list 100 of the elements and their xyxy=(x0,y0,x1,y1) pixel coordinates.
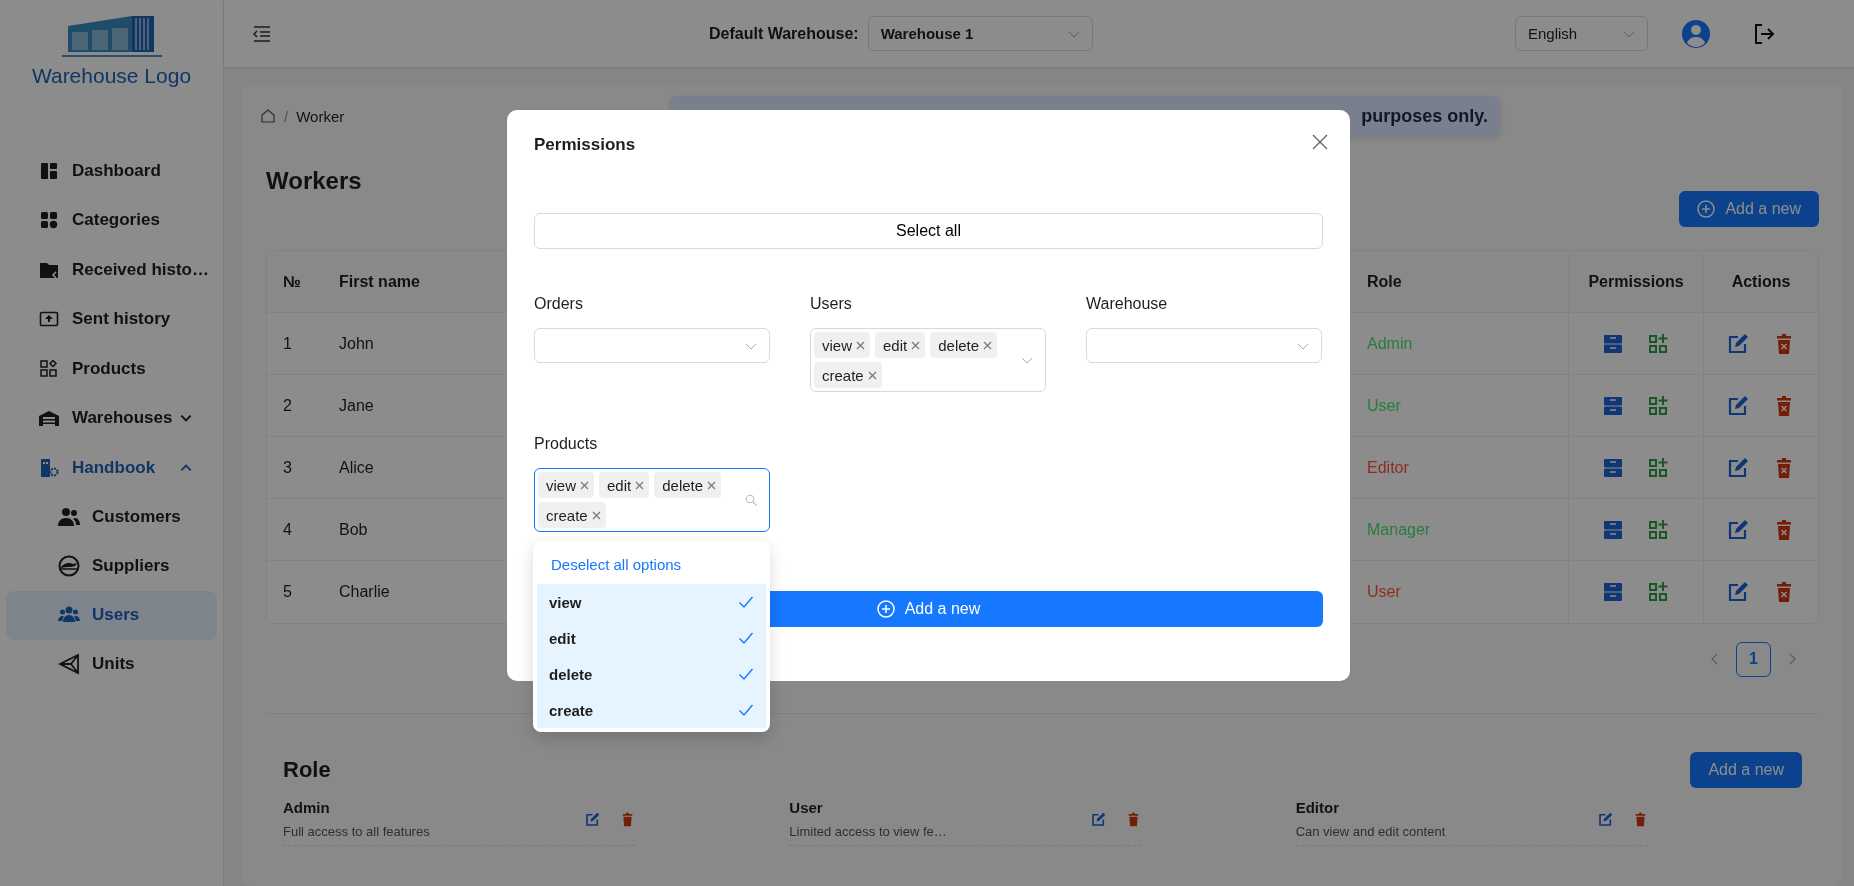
tag[interactable]: create xyxy=(538,502,606,528)
table-cell: Jane xyxy=(323,375,503,437)
multi-select[interactable]: view edit delete create xyxy=(810,328,1046,392)
plus-circle-icon xyxy=(876,600,895,618)
tag[interactable]: delete xyxy=(930,332,998,358)
check-icon xyxy=(738,630,754,646)
close-icon[interactable] xyxy=(911,340,921,350)
grid-icon xyxy=(39,210,59,231)
field-label: Default Warehouse: xyxy=(709,24,859,43)
nav-item[interactable]: Users xyxy=(6,590,217,640)
field-label: Warehouse xyxy=(1086,295,1169,314)
role-name: Admin xyxy=(283,799,331,816)
drawer-icon[interactable] xyxy=(1602,332,1624,355)
dropdown-option[interactable]: view xyxy=(537,584,766,620)
role-text: User xyxy=(1367,583,1401,601)
grid-plus-icon[interactable] xyxy=(1648,581,1670,603)
column-header: Permissions xyxy=(1568,251,1703,313)
field-label: Users xyxy=(810,295,853,314)
dropdown-option[interactable]: edit xyxy=(537,620,766,656)
edit-icon[interactable] xyxy=(1727,394,1749,417)
tag[interactable]: create xyxy=(814,362,882,388)
grid-plus-icon[interactable] xyxy=(1648,456,1670,479)
drawer-icon[interactable] xyxy=(1602,518,1624,541)
nav-item[interactable]: Sent history xyxy=(6,294,217,344)
column-header: № xyxy=(267,251,323,313)
close-icon[interactable] xyxy=(580,480,589,490)
nav-item[interactable]: Categories xyxy=(6,195,217,245)
breadcrumb-current: Worker xyxy=(296,107,345,125)
add-button[interactable]: Add a new xyxy=(1690,752,1802,788)
nav-item[interactable]: Received histo… xyxy=(6,245,217,295)
logo-text: Warehouse Logo xyxy=(31,64,192,88)
tag[interactable]: delete xyxy=(654,472,722,498)
close-icon[interactable] xyxy=(856,340,865,350)
multi-select[interactable]: view edit delete create xyxy=(534,468,770,532)
nav-item[interactable]: Customers xyxy=(6,492,217,542)
edit-icon[interactable] xyxy=(1597,811,1613,827)
close-icon[interactable] xyxy=(707,480,717,490)
tag[interactable]: edit xyxy=(599,472,650,498)
deselect-link[interactable]: Deselect all options xyxy=(537,545,766,584)
role-name: User xyxy=(789,799,824,816)
nav-item[interactable]: Units xyxy=(6,639,217,689)
breadcrumb-separator: / xyxy=(284,107,289,125)
edit-icon[interactable] xyxy=(585,811,600,827)
add-button[interactable]: Add a new xyxy=(1679,191,1819,227)
grid-plus-icon[interactable] xyxy=(1648,394,1670,417)
logout-icon[interactable] xyxy=(1752,21,1776,46)
grid-plus-icon[interactable] xyxy=(1648,332,1670,355)
role-text: Editor xyxy=(1367,458,1409,477)
table-cell: 3 xyxy=(267,437,323,499)
role-description: Limited access to view fe… xyxy=(789,824,948,839)
garage-icon xyxy=(39,408,59,429)
table-cell: 4 xyxy=(267,499,323,561)
section-title: Role xyxy=(283,757,331,783)
avatar-icon[interactable] xyxy=(1681,18,1711,49)
dropdown-option[interactable]: create xyxy=(537,692,766,728)
nav-item[interactable]: Suppliers xyxy=(6,541,217,591)
role-description: Can view and edit content xyxy=(1295,824,1447,839)
tag[interactable]: view xyxy=(538,472,594,498)
role-text: Admin xyxy=(1367,334,1413,353)
nav-item[interactable]: Handbook xyxy=(6,443,217,493)
tag[interactable]: edit xyxy=(875,332,926,358)
role-name: Editor xyxy=(1295,799,1340,816)
close-icon[interactable] xyxy=(1312,134,1328,150)
edit-icon[interactable] xyxy=(1727,518,1749,541)
menu-icon[interactable] xyxy=(252,24,272,43)
warehouse-select[interactable]: Warehouse 1 xyxy=(867,16,1093,51)
layout-icon xyxy=(39,160,59,181)
check-icon xyxy=(738,666,754,682)
edit-icon[interactable] xyxy=(1727,581,1749,603)
notice-text: purposes only. xyxy=(1361,106,1488,127)
role-text: User xyxy=(1367,396,1401,415)
drawer-icon[interactable] xyxy=(1602,581,1624,603)
close-icon[interactable] xyxy=(983,340,993,350)
close-icon[interactable] xyxy=(635,480,645,490)
table-cell: 1 xyxy=(267,313,323,375)
language-select[interactable]: English xyxy=(1515,16,1648,51)
close-icon[interactable] xyxy=(591,510,601,520)
grid-plus-icon[interactable] xyxy=(1648,518,1670,541)
close-icon[interactable] xyxy=(867,370,877,380)
drawer-icon[interactable] xyxy=(1602,456,1624,479)
check-icon xyxy=(738,594,754,610)
check-icon xyxy=(738,702,754,718)
people-icon xyxy=(58,506,80,528)
edit-icon[interactable] xyxy=(1727,456,1749,479)
home-icon[interactable] xyxy=(260,108,276,124)
nav-item[interactable]: Warehouses xyxy=(6,393,217,443)
edit-icon[interactable] xyxy=(1727,332,1749,355)
edit-icon[interactable] xyxy=(1091,811,1107,827)
drawer-icon[interactable] xyxy=(1602,394,1624,417)
select-all-button[interactable]: Select all xyxy=(534,213,1323,249)
nav-item[interactable]: Products xyxy=(6,344,217,394)
trash-icon[interactable] xyxy=(620,811,635,827)
role-description: Full access to all features xyxy=(283,824,431,839)
dropdown-option[interactable]: delete xyxy=(537,656,766,692)
nav-item[interactable]: Dashboard xyxy=(6,146,217,196)
table-cell: Bob xyxy=(323,499,503,561)
field-label: Products xyxy=(534,435,599,454)
dialog-title: Permissions xyxy=(534,134,636,156)
tag[interactable]: view xyxy=(814,332,870,358)
search-icon xyxy=(745,494,757,506)
